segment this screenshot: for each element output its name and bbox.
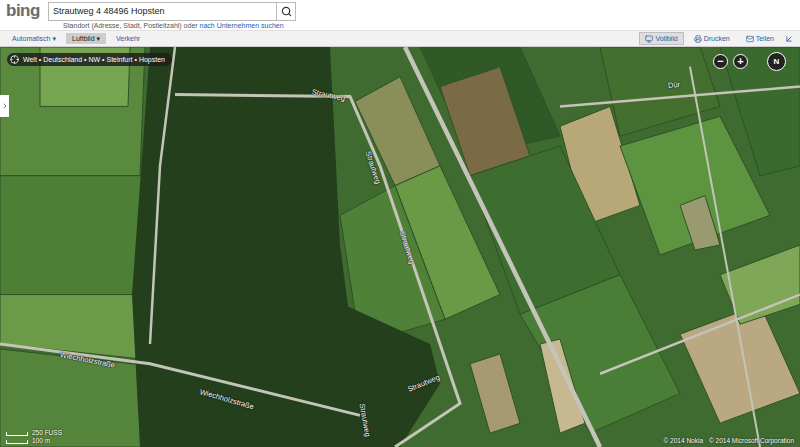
chevron-right-icon [1,102,9,110]
map[interactable]: StrautwegStrautwegStrautwegStrautwegStra… [0,47,800,447]
copyright-text: © 2014 Nokia [664,437,703,444]
scale-metric: 100 m [6,437,62,444]
field [440,67,530,176]
field [470,354,520,433]
compass-button[interactable]: N [767,52,786,71]
road [0,344,360,415]
print-icon [694,35,702,43]
field [0,176,145,295]
view-tab[interactable]: Verkehr [110,33,146,44]
road [690,67,760,447]
search-icon [281,6,292,17]
side-panel-toggle[interactable] [0,95,9,117]
search-hint: Standort (Adresse, Stadt, Postleitzahl) … [0,21,800,30]
bing-logo[interactable]: bing [6,2,40,20]
map-controls: −+ N [713,52,786,71]
scale-bar [6,432,28,436]
road [405,47,600,447]
scale-bar [6,440,28,444]
road [150,47,175,344]
view-tab[interactable]: Automatisch ▾ [6,33,62,44]
field [0,47,145,176]
copyright: © 2014 Nokia © 2014 Microsoft Corporation [664,437,794,444]
search-input[interactable]: Strautweg 4 48496 Hopsten [49,6,276,16]
forest [132,47,440,447]
view-tabs: Automatisch ▾ Luftbild ▾ Verkehr [6,33,146,44]
action-button[interactable]: Drucken [688,32,736,45]
header: bing Strautweg 4 48496 Hopsten Standort (A… [0,0,800,47]
top-row: bing Strautweg 4 48496 Hopsten [0,0,800,21]
road-label: Dür [668,80,681,90]
field [720,245,800,324]
search-button[interactable] [276,3,295,20]
zoom-out-button[interactable]: − [713,54,728,69]
field [540,339,585,433]
action-button[interactable]: Teilen [740,32,780,45]
mail-icon [746,35,754,43]
scale: 250 FUSS100 m [6,429,62,444]
aerial-imagery[interactable] [0,47,800,447]
road [600,295,800,374]
copyright-text: © 2014 Microsoft Corporation [709,437,794,444]
scale-imperial: 250 FUSS [6,429,62,436]
road [175,95,460,447]
business-search-link[interactable]: nach Unternehmen suchen [200,22,284,29]
zoom-in-button[interactable]: + [733,54,748,69]
fullscreen-icon [645,35,653,43]
road [560,87,800,107]
action-button[interactable]: Vollbild [639,32,683,45]
field [680,196,720,250]
locate-icon[interactable] [10,55,19,64]
field [0,295,140,359]
search-box: Strautweg 4 48496 Hopsten [48,2,296,21]
bing-maps-page: bing Strautweg 4 48496 Hopsten Standort (A… [0,0,800,447]
collapse-icon[interactable] [784,34,794,44]
breadcrumb[interactable]: Welt • Deutschland • NW • Steinfurt • Ho… [7,53,172,66]
toolbar: Automatisch ▾ Luftbild ▾ Verkehr Vollbild Dr… [0,30,800,47]
field [520,275,680,433]
view-tab[interactable]: Luftbild ▾ [66,33,106,44]
actions: Vollbild Drucken Teilen [639,32,794,45]
field [720,47,800,176]
